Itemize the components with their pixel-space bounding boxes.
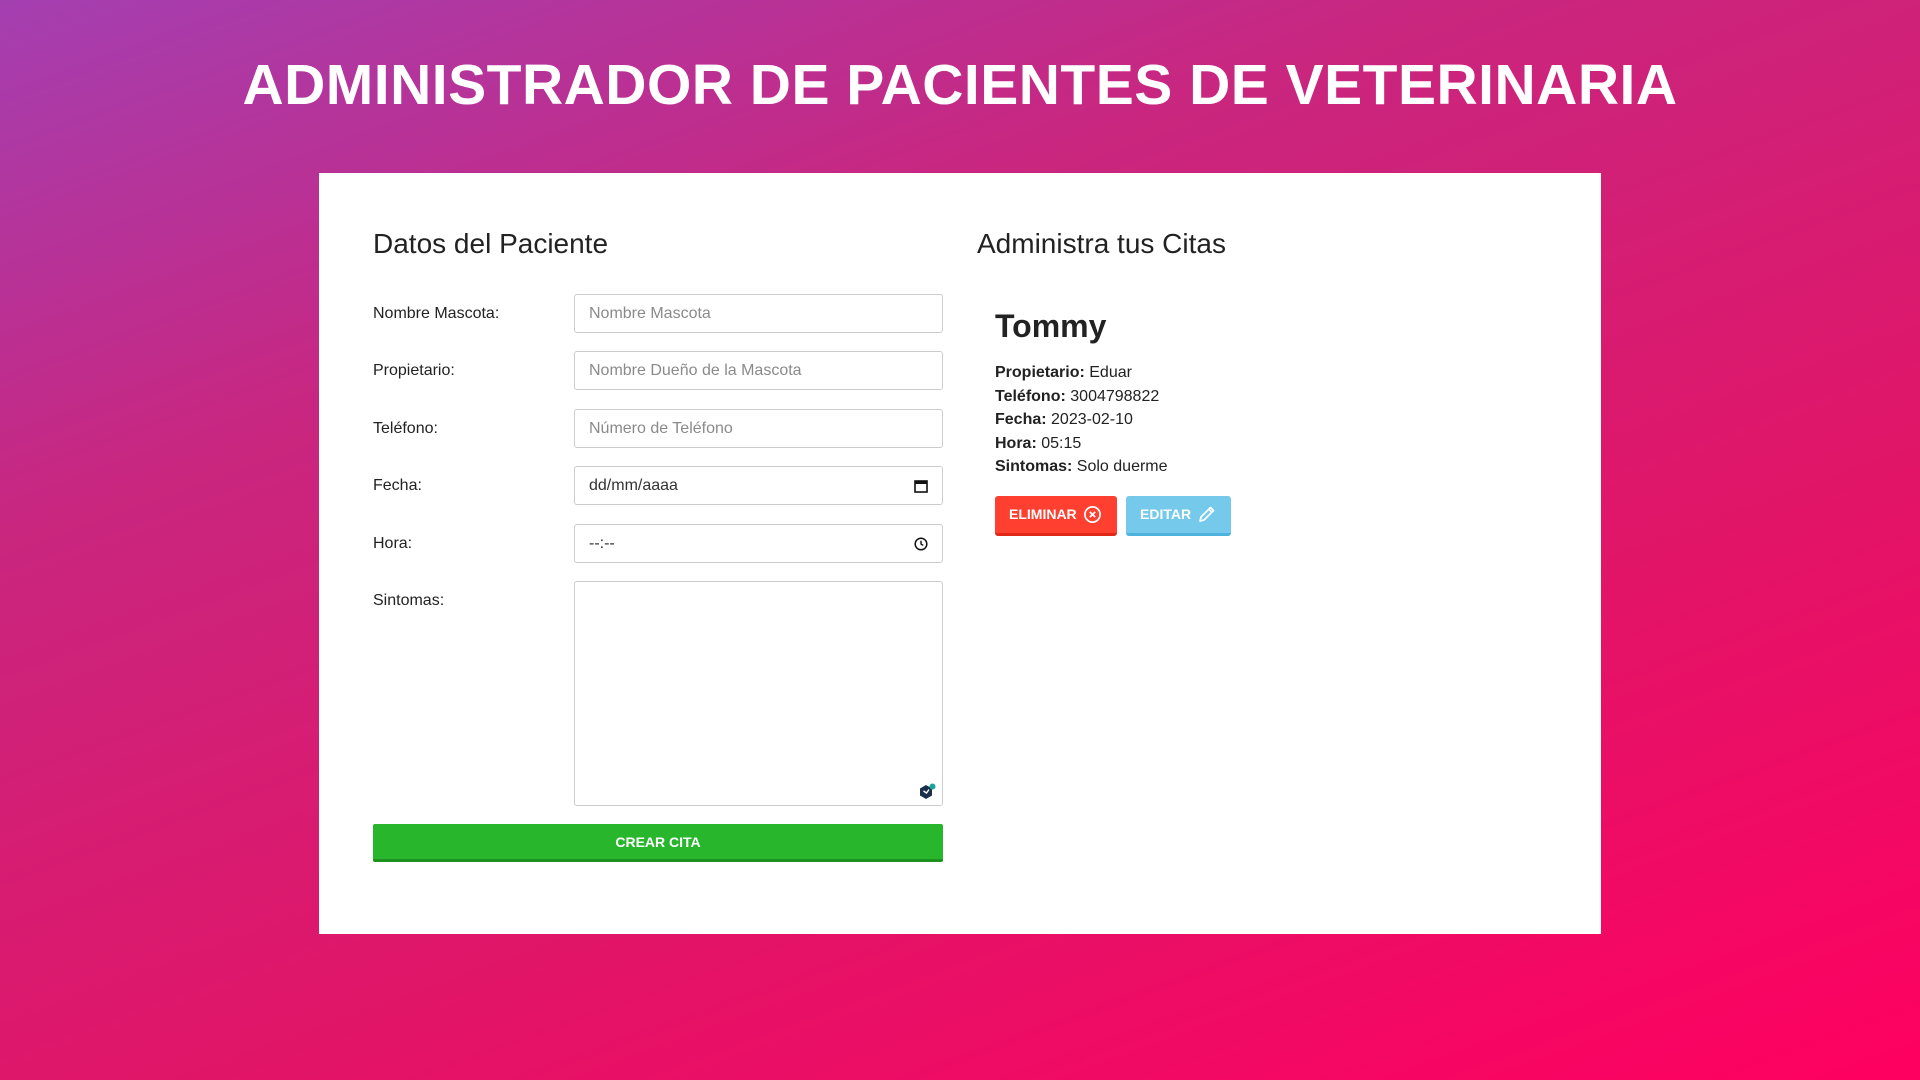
appointments-title: Administra tus Citas xyxy=(977,228,1226,259)
delete-button[interactable]: ELIMINAR xyxy=(995,495,1117,536)
date-input[interactable]: dd/mm/aaaa xyxy=(574,466,943,505)
edit-button[interactable]: EDITAR xyxy=(1126,495,1231,536)
grammar-assistant-icon[interactable] xyxy=(918,783,936,801)
main-card: Datos del Paciente Nombre Mascota: Nombr… xyxy=(319,173,1601,934)
close-circle-icon xyxy=(1083,505,1101,523)
time-key: Hora: xyxy=(995,434,1037,452)
date-key: Fecha: xyxy=(995,411,1047,428)
appointment-phone: Teléfono: 3004798822 xyxy=(995,385,1515,409)
date-value: 2023-02-10 xyxy=(1051,411,1133,428)
phone-value: 3004798822 xyxy=(1070,387,1160,405)
appointment-owner: Propietario: Eduar xyxy=(995,361,1515,385)
pet-name-label: Nombre Mascota: xyxy=(373,305,500,322)
symptoms-value: Solo duerme xyxy=(1076,458,1168,475)
date-label: Fecha: xyxy=(373,477,422,494)
appointment-card: Tommy Propietario: Eduar Teléfono: 30047… xyxy=(995,308,1515,536)
phone-input[interactable]: Número de Teléfono xyxy=(574,409,943,448)
appointment-actions: ELIMINAR EDITAR xyxy=(995,495,1515,536)
appointment-date: Fecha: 2023-02-10 xyxy=(995,408,1515,432)
owner-key: Propietario: xyxy=(995,364,1085,381)
symptoms-textarea[interactable] xyxy=(574,581,943,806)
time-input[interactable]: --:-- xyxy=(574,524,943,563)
owner-value: Eduar xyxy=(1089,364,1132,381)
pencil-icon xyxy=(1199,506,1215,522)
symptoms-key: Sintomas: xyxy=(995,458,1073,475)
time-value: 05:15 xyxy=(1041,434,1082,452)
date-input-placeholder: dd/mm/aaaa xyxy=(589,477,678,494)
appointment-symptoms: Sintomas: Solo duerme xyxy=(995,455,1515,479)
appointment-pet-name: Tommy xyxy=(995,308,1107,344)
delete-button-label: ELIMINAR xyxy=(1009,506,1077,522)
form-title: Datos del Paciente xyxy=(373,228,609,259)
owner-input[interactable]: Nombre Dueño de la Mascota xyxy=(574,351,943,390)
page-title: ADMINISTRADOR DE PACIENTES DE VETERINARI… xyxy=(242,53,1678,117)
owner-label: Propietario: xyxy=(373,362,455,379)
clock-icon[interactable] xyxy=(914,525,928,562)
pet-name-input[interactable]: Nombre Mascota xyxy=(574,294,943,333)
phone-key: Teléfono: xyxy=(995,387,1066,405)
calendar-icon[interactable] xyxy=(914,467,928,504)
edit-button-label: EDITAR xyxy=(1140,506,1192,522)
create-appointment-button[interactable]: CREAR CITA xyxy=(373,824,943,862)
appointment-time: Hora: 05:15 xyxy=(995,432,1515,456)
symptoms-label: Sintomas: xyxy=(373,592,445,609)
time-input-placeholder: --:-- xyxy=(589,535,615,552)
phone-label: Teléfono: xyxy=(373,420,438,437)
time-label: Hora: xyxy=(373,535,413,552)
